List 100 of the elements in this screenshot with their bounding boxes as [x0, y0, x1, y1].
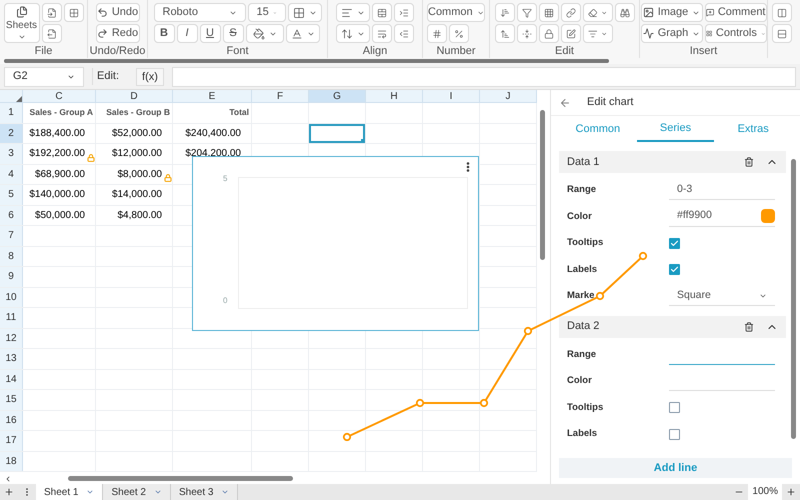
- lock-button[interactable]: [538, 24, 558, 43]
- vertical-scrollbar[interactable]: [790, 159, 796, 439]
- link-button[interactable]: [560, 3, 580, 22]
- cell-text: $12,000.00: [112, 147, 162, 162]
- fill-color-button[interactable]: [246, 24, 284, 43]
- edit-button[interactable]: [560, 24, 580, 43]
- column-header[interactable]: I: [423, 90, 480, 102]
- row-header[interactable]: 12: [0, 328, 23, 348]
- horizontal-scrollbar[interactable]: [68, 476, 293, 481]
- row-header[interactable]: 2: [0, 124, 23, 143]
- cell-text: Sales - Group B: [106, 106, 170, 120]
- underline-button[interactable]: U: [200, 24, 220, 43]
- percent-button[interactable]: [449, 24, 469, 43]
- import-button[interactable]: [42, 3, 62, 22]
- checkbox[interactable]: [669, 264, 680, 276]
- columns-button[interactable]: [772, 3, 792, 22]
- series-header[interactable]: Data 1: [559, 151, 786, 173]
- marker-select[interactable]: Square: [669, 286, 775, 306]
- row-header[interactable]: 16: [0, 410, 23, 430]
- filter-button[interactable]: [516, 3, 536, 22]
- graph-button[interactable]: Graph: [640, 24, 702, 43]
- sort-button[interactable]: [494, 24, 514, 43]
- color-field[interactable]: #ff9900: [669, 206, 775, 227]
- borders-button[interactable]: [288, 3, 322, 22]
- bold-button[interactable]: B: [154, 24, 174, 43]
- field-label: Labels: [567, 262, 598, 277]
- sheet-tab[interactable]: Sheet 1: [36, 484, 104, 500]
- sort-button[interactable]: [494, 3, 514, 22]
- eraser-button[interactable]: [582, 3, 612, 22]
- column-header[interactable]: C: [23, 90, 96, 102]
- sheets-button[interactable]: Sheets: [4, 3, 40, 43]
- checkbox[interactable]: [669, 428, 680, 440]
- number-format-select[interactable]: Common: [427, 3, 485, 22]
- row-header[interactable]: 11: [0, 308, 23, 328]
- row-header[interactable]: 9: [0, 267, 23, 286]
- align-button[interactable]: [336, 3, 370, 22]
- grid-button[interactable]: [538, 3, 558, 22]
- comment-button[interactable]: Comment: [704, 3, 766, 22]
- outdent-button[interactable]: [394, 24, 414, 43]
- indent-button[interactable]: [394, 3, 414, 22]
- vertical-scrollbar[interactable]: [540, 110, 545, 260]
- formula-input-field[interactable]: [172, 66, 796, 86]
- image-button[interactable]: Image: [640, 3, 702, 22]
- row-header[interactable]: 14: [0, 370, 23, 389]
- checkbox[interactable]: [669, 238, 680, 249]
- image-icon: [642, 7, 654, 18]
- cell-name-select[interactable]: G2: [4, 66, 84, 86]
- range-field[interactable]: 0-3: [669, 180, 775, 200]
- row-header[interactable]: 10: [0, 288, 23, 307]
- font-size-select[interactable]: 15: [248, 3, 286, 22]
- link-icon: [566, 6, 576, 18]
- row-header[interactable]: 6: [0, 206, 23, 225]
- decimal-button[interactable]: [427, 24, 447, 43]
- export-button[interactable]: [42, 24, 62, 43]
- undo-button[interactable]: Undo: [96, 3, 140, 22]
- color-swatch[interactable]: [761, 209, 775, 224]
- delete-icon[interactable]: [744, 157, 754, 167]
- rows-button[interactable]: [772, 24, 792, 43]
- row-header[interactable]: 3: [0, 144, 23, 164]
- grid-button[interactable]: [64, 3, 84, 22]
- cell-text: $4,800.00: [118, 208, 162, 223]
- font-color-button[interactable]: [286, 24, 320, 43]
- row-header[interactable]: 5: [0, 185, 23, 204]
- scroll-left-icon[interactable]: [4, 474, 12, 482]
- row-header[interactable]: 1: [0, 103, 23, 122]
- caret-icon: [476, 8, 484, 16]
- zoom-in-icon[interactable]: [786, 487, 796, 497]
- italic-button[interactable]: I: [176, 24, 198, 43]
- delete-icon[interactable]: [744, 322, 754, 332]
- search-button[interactable]: [614, 3, 634, 22]
- row-header[interactable]: 7: [0, 226, 23, 246]
- wrap-button[interactable]: [372, 24, 392, 43]
- strikethrough-button[interactable]: S: [222, 24, 244, 43]
- redo-button[interactable]: Redo: [96, 24, 140, 43]
- active-cell[interactable]: [309, 124, 365, 143]
- function-button[interactable]: f(x): [136, 68, 164, 86]
- row-header[interactable]: 13: [0, 349, 23, 368]
- row-header[interactable]: 15: [0, 390, 23, 410]
- add-sheet-icon[interactable]: [4, 487, 14, 497]
- column-header[interactable]: G: [309, 90, 366, 102]
- row-header[interactable]: 4: [0, 164, 23, 184]
- column-header[interactable]: D: [96, 90, 173, 102]
- horizontal-scrollbar[interactable]: [4, 59, 609, 63]
- column-header[interactable]: H: [366, 90, 423, 102]
- font-family-select[interactable]: Roboto: [154, 3, 246, 22]
- sheet-tab[interactable]: Sheet 2: [103, 484, 171, 500]
- sheet-tab[interactable]: Sheet 3: [170, 484, 238, 500]
- merge-button[interactable]: [372, 3, 392, 22]
- series-header[interactable]: Data 2: [559, 316, 786, 338]
- row-header[interactable]: 8: [0, 246, 23, 266]
- controls-button[interactable]: Controls: [704, 24, 766, 43]
- row-header[interactable]: 18: [0, 452, 23, 471]
- vertical-align-button[interactable]: [336, 24, 370, 43]
- caret-icon: [154, 488, 162, 496]
- axis-tick-label: 5: [223, 173, 228, 185]
- row-header[interactable]: 17: [0, 431, 23, 450]
- back-icon[interactable]: [559, 96, 571, 108]
- column-header[interactable]: E: [173, 90, 252, 102]
- column-header[interactable]: J: [480, 90, 537, 102]
- checkbox[interactable]: [669, 402, 680, 414]
